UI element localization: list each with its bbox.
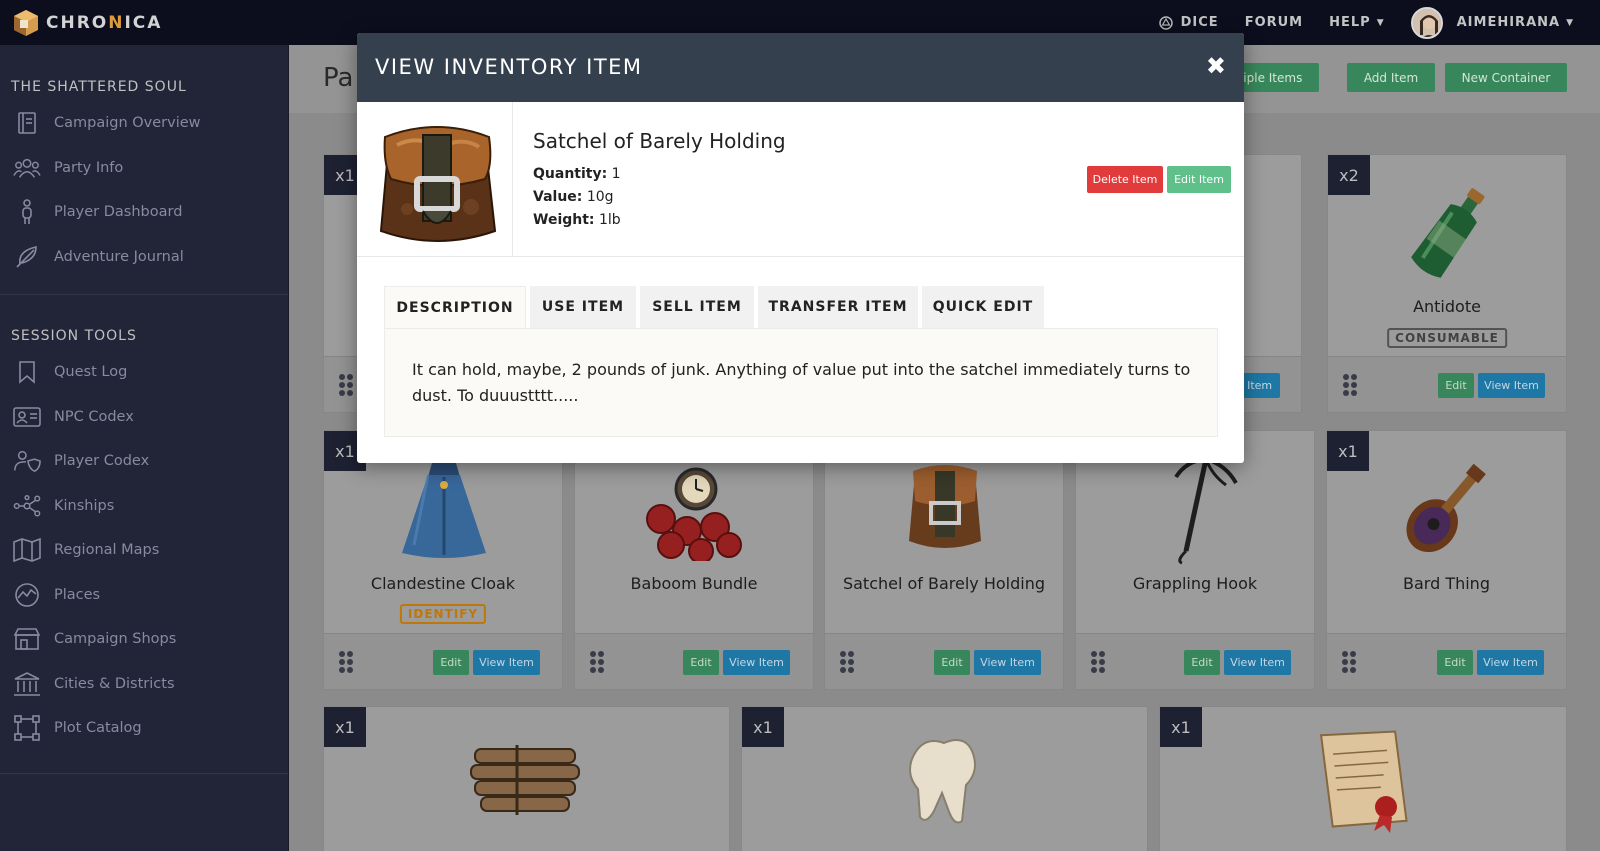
description-panel: It can hold, maybe, 2 pounds of junk. An… — [384, 328, 1218, 437]
value-stat: Value: 10g — [533, 189, 614, 205]
item-name: Satchel of Barely Holding — [533, 129, 786, 153]
tab-sell-item[interactable]: SELL ITEM — [640, 286, 754, 328]
weight-stat: Weight: 1lb — [533, 212, 621, 228]
edit-item-button[interactable]: Edit Item — [1167, 166, 1231, 193]
tab-transfer-item[interactable]: TRANSFER ITEM — [758, 286, 918, 328]
item-description: It can hold, maybe, 2 pounds of junk. An… — [412, 360, 1191, 405]
tab-description[interactable]: DESCRIPTION — [384, 286, 526, 328]
item-thumbnail — [357, 102, 513, 257]
view-inventory-item-modal: VIEW INVENTORY ITEM ✖ Satchel of Barely … — [357, 33, 1244, 463]
tab-quick-edit[interactable]: QUICK EDIT — [922, 286, 1044, 328]
satchel-icon — [379, 126, 497, 242]
close-icon[interactable]: ✖ — [1206, 52, 1226, 80]
delete-item-button[interactable]: Delete Item — [1087, 166, 1163, 193]
quantity-stat: Quantity: 1 — [533, 166, 621, 182]
tab-use-item[interactable]: USE ITEM — [530, 286, 636, 328]
item-tabs: DESCRIPTION USE ITEM SELL ITEM TRANSFER … — [384, 286, 1048, 328]
modal-header: VIEW INVENTORY ITEM ✖ — [357, 33, 1244, 102]
modal-title: VIEW INVENTORY ITEM — [375, 55, 643, 79]
